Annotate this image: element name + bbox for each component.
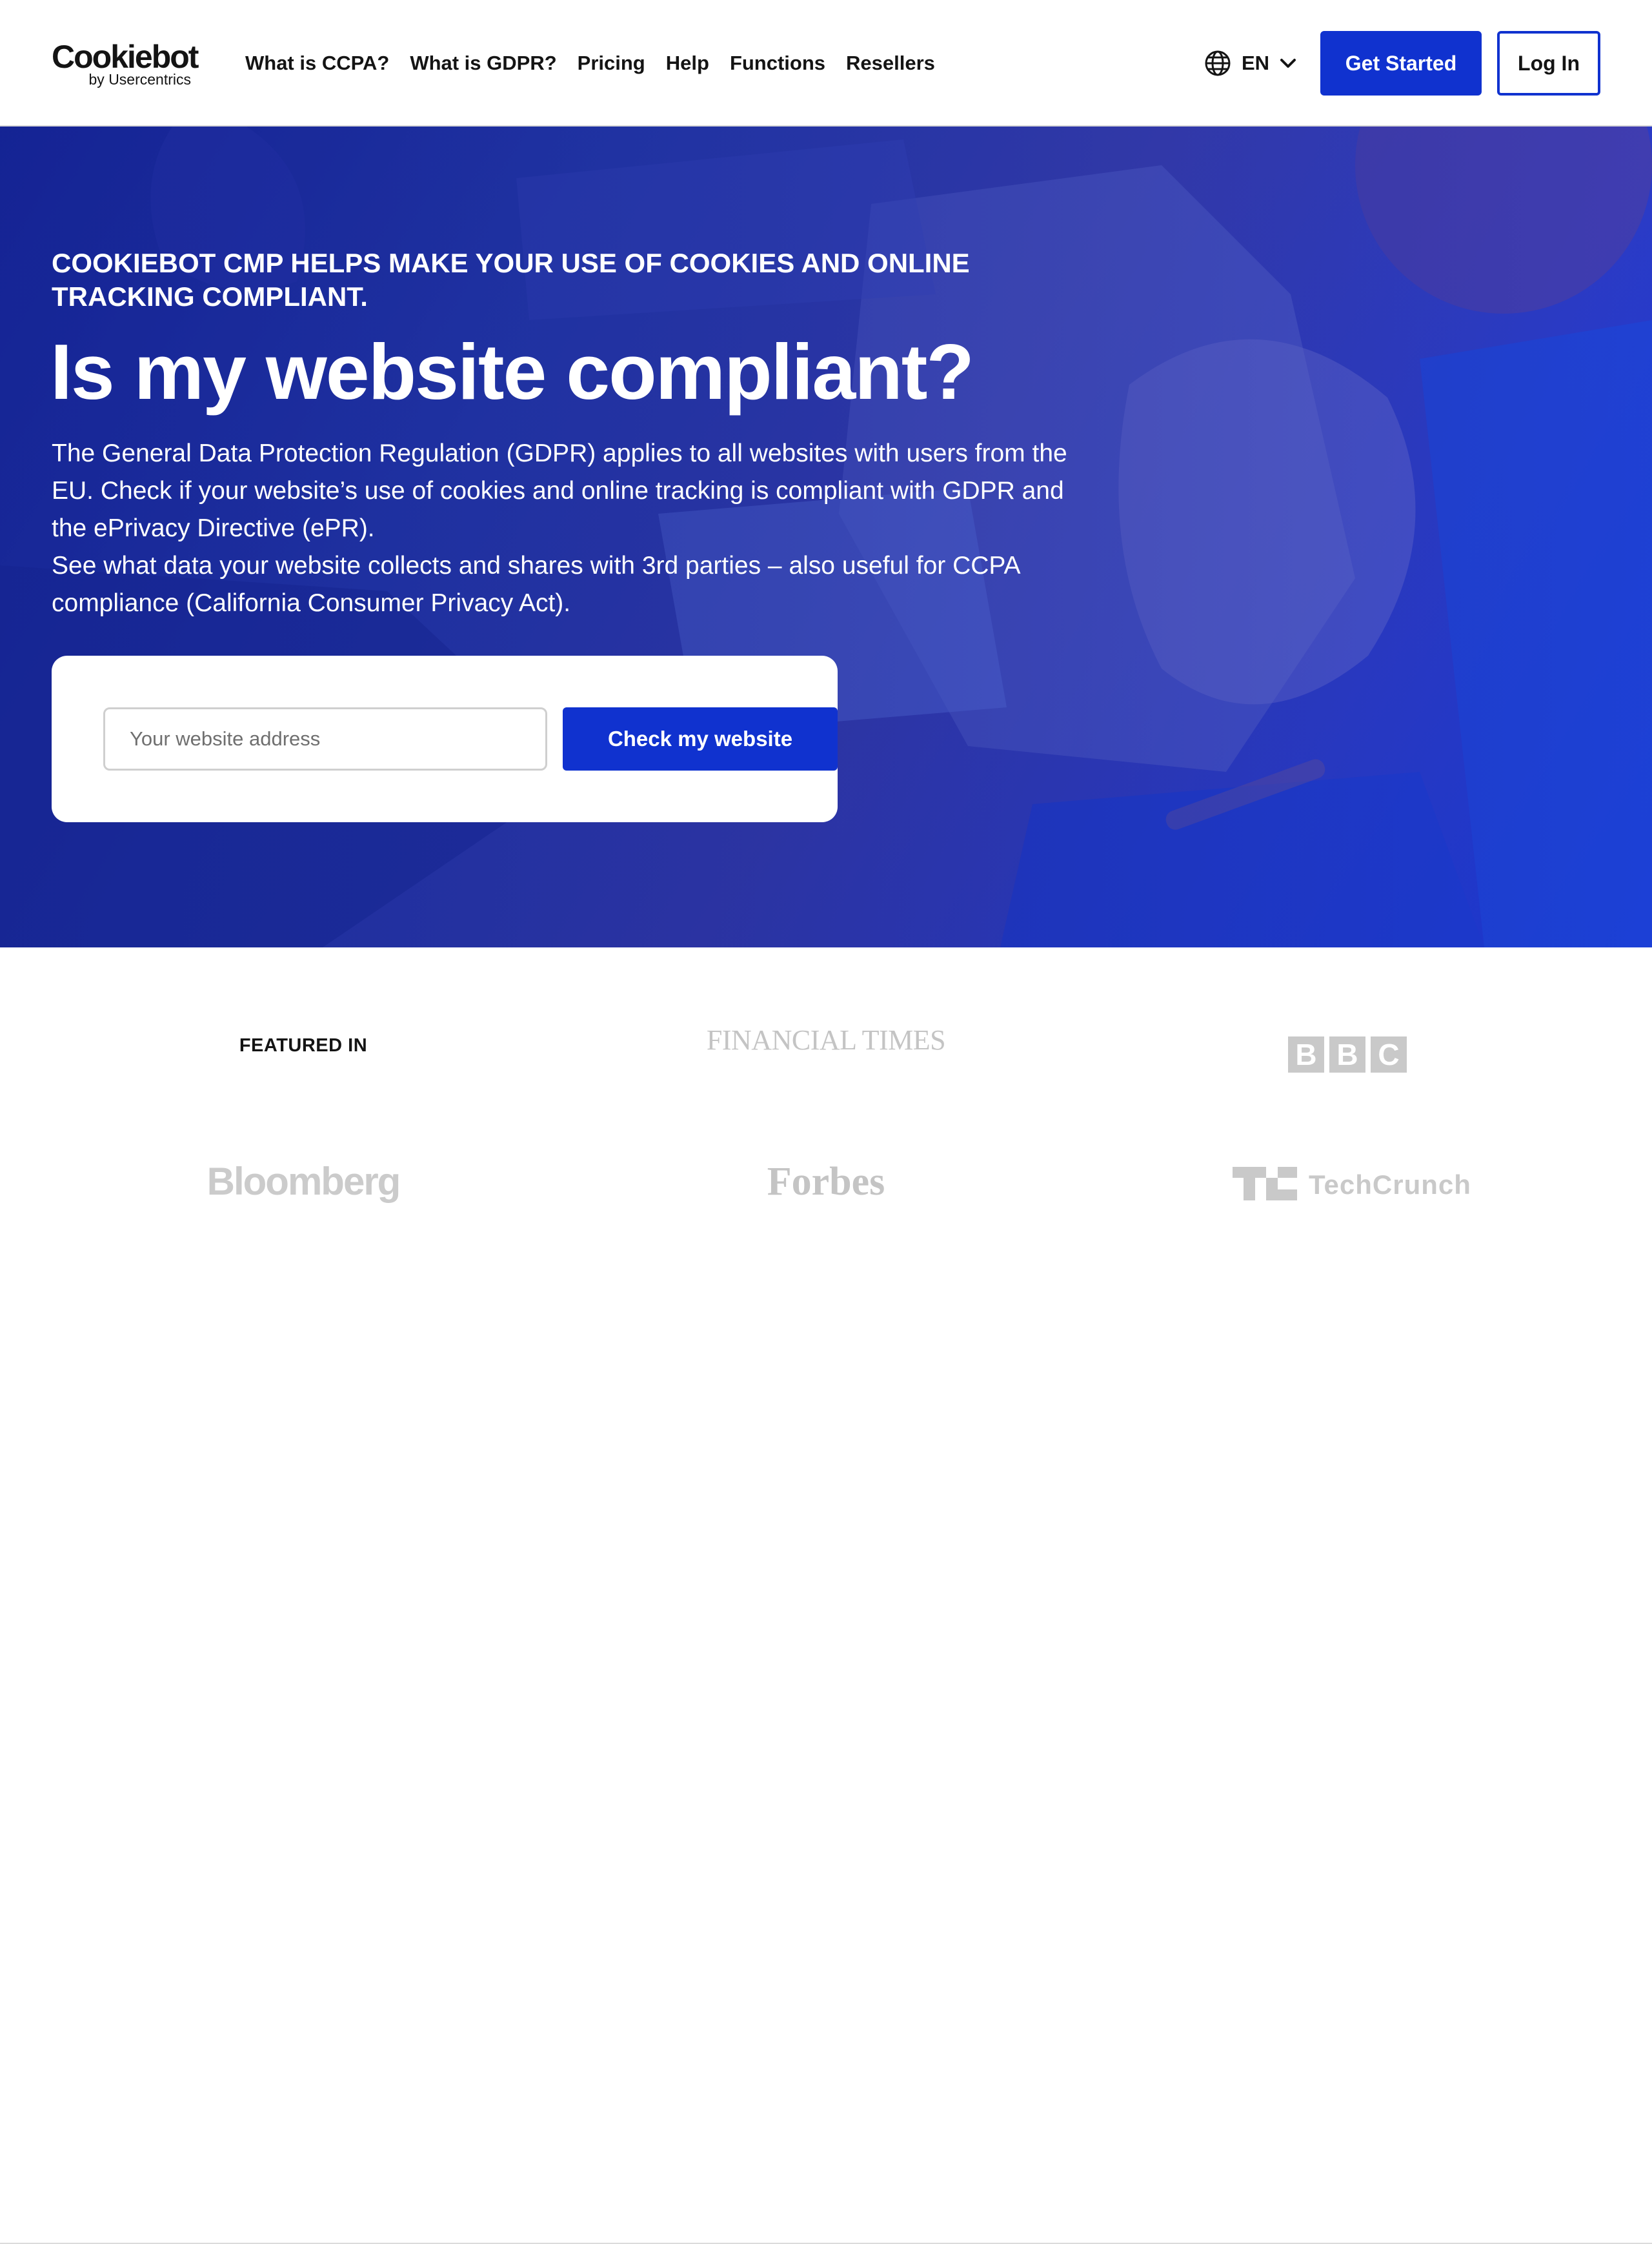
techcrunch-mark-icon <box>1233 1166 1297 1204</box>
hero-paragraph-gdpr: The General Data Protection Regulation (… <box>52 440 1067 542</box>
nav-item-gdpr[interactable]: What is GDPR? <box>410 45 556 81</box>
log-in-button[interactable]: Log In <box>1497 31 1600 96</box>
bbc-logo-letter: B <box>1329 1036 1365 1073</box>
techcrunch-logo: TechCrunch <box>1233 1166 1471 1204</box>
main-nav: What is CCPA? What is GDPR? Pricing Help… <box>245 45 956 81</box>
nav-item-ccpa[interactable]: What is CCPA? <box>245 45 389 81</box>
website-check-form: Check my website <box>52 656 838 822</box>
featured-in-label: FEATURED IN <box>239 1035 368 1056</box>
logo-subtitle: by Usercentrics <box>88 71 191 88</box>
hero-description: The General Data Protection Regulation (… <box>52 435 1097 622</box>
logo-wordmark: Cookiebot <box>52 39 199 75</box>
chevron-down-icon <box>1280 57 1296 69</box>
nav-item-pricing[interactable]: Pricing <box>578 45 645 81</box>
get-started-button[interactable]: Get Started <box>1320 31 1482 96</box>
nav-item-resellers[interactable]: Resellers <box>846 45 935 81</box>
page-title: Is my website compliant? <box>50 328 974 416</box>
website-address-input[interactable] <box>103 707 547 771</box>
hero-paragraph-ccpa: See what data your website collects and … <box>52 552 1020 617</box>
nav-item-help[interactable]: Help <box>666 45 709 81</box>
bbc-logo-letter: C <box>1371 1036 1407 1073</box>
language-label: EN <box>1242 52 1270 74</box>
hero-eyebrow: COOKIEBOT CMP HELPS MAKE YOUR USE OF COO… <box>52 248 970 312</box>
site-header: Cookiebot by Usercentrics What is CCPA? … <box>0 0 1652 126</box>
check-website-button[interactable]: Check my website <box>563 707 838 771</box>
techcrunch-wordmark: TechCrunch <box>1309 1169 1471 1200</box>
bbc-logo: B B C <box>1288 1036 1412 1073</box>
bbc-logo-letter: B <box>1288 1036 1324 1073</box>
bloomberg-logo: Bloomberg <box>206 1160 401 1203</box>
language-selector[interactable]: EN <box>1204 48 1296 79</box>
featured-in-section: FEATURED IN FINANCIAL TIMES B B C Bloomb… <box>0 947 1652 2244</box>
cookiebot-logo[interactable]: Cookiebot by Usercentrics <box>52 39 199 88</box>
globe-icon <box>1204 50 1231 77</box>
forbes-logo: Forbes <box>767 1160 885 1204</box>
hero-section: COOKIEBOT CMP HELPS MAKE YOUR USE OF COO… <box>0 126 1652 947</box>
financial-times-logo: FINANCIAL TIMES <box>706 1024 946 1056</box>
nav-item-functions[interactable]: Functions <box>730 45 825 81</box>
